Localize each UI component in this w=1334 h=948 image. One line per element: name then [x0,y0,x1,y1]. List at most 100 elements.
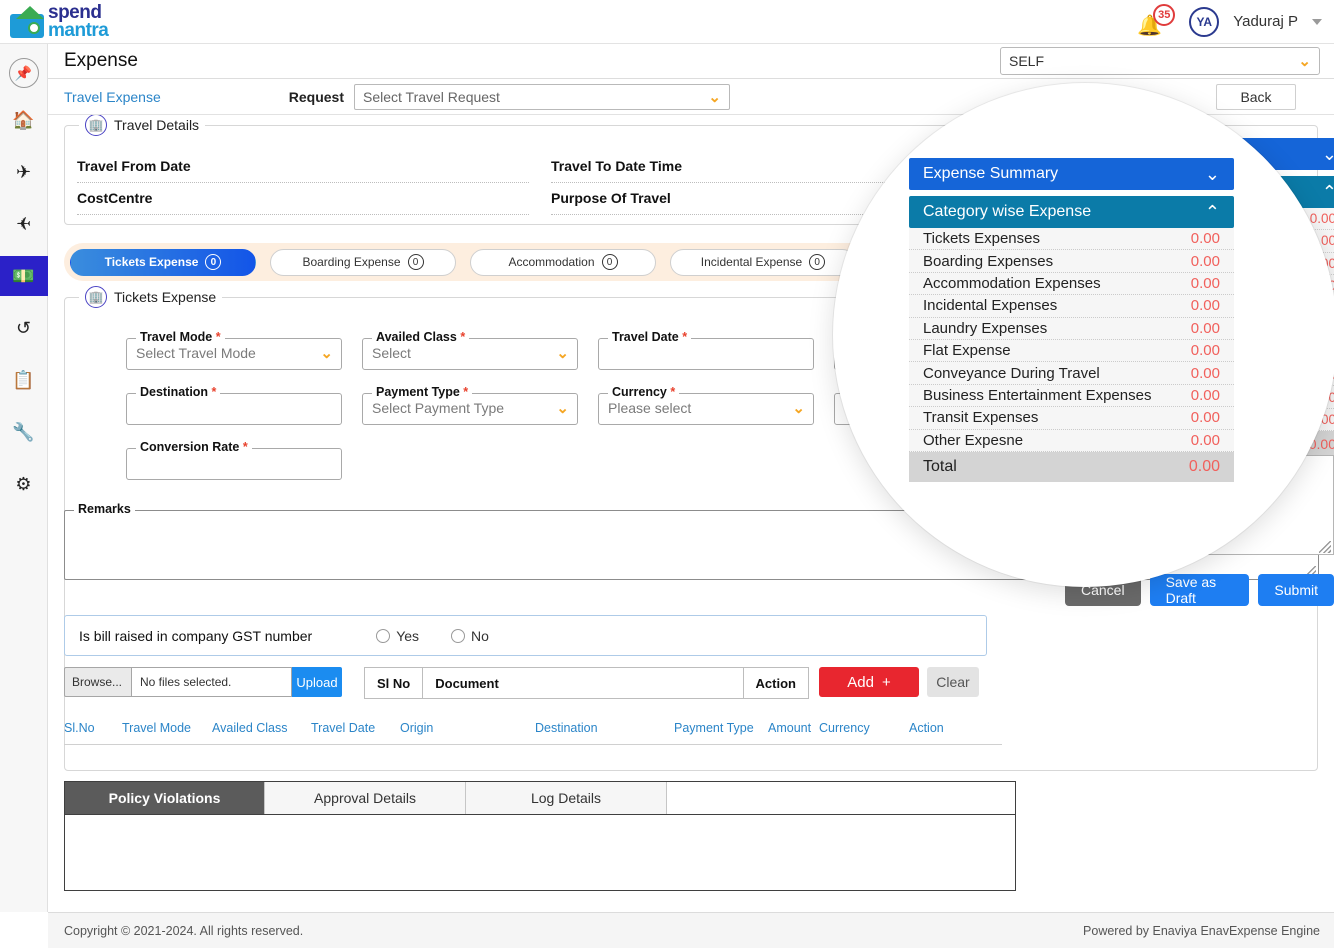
grid-col-currency[interactable]: Currency [819,721,870,735]
conversion-rate-label: Conversion Rate * [136,440,252,454]
row-label: Business Entertainment Expenses [923,386,1152,404]
row-label: Laundry Expenses [923,319,1048,337]
expense-tab-tickets-count: 0 [205,254,222,270]
expense-tab-boarding[interactable]: Boarding Expense 0 [270,248,456,276]
building-icon: 🏢 [85,286,107,308]
grid-col-payment-type[interactable]: Payment Type [674,721,754,735]
gst-no-option[interactable]: No [451,628,489,644]
travel-mode-select[interactable]: Travel Mode * Select Travel Mode ⌄ [126,330,342,370]
scope-select[interactable]: SELF ⌄ [1000,47,1320,75]
row-label: Transit Expenses [923,409,1039,427]
availed-class-select[interactable]: Availed Class * Select ⌄ [362,330,578,370]
brand-line1: spend [48,2,102,24]
currency-select[interactable]: Currency * Please select ⌄ [598,385,814,425]
travel-date-input[interactable]: Travel Date * [598,330,814,370]
request-select[interactable]: Select Travel Request ⌄ [353,83,730,110]
travel-mode-label: Travel Mode * [136,330,225,344]
tab-log-details[interactable]: Log Details [466,782,667,814]
currency-label: Currency * [608,385,680,399]
grid-col-slno[interactable]: Sl.No [64,721,95,735]
bottom-tab-panel [64,814,1016,891]
upload-button[interactable]: Upload [292,667,342,697]
gst-yes-option[interactable]: Yes [376,628,419,644]
availed-class-value: Select [372,345,411,361]
expense-tab-tickets-label: Tickets Expense [104,255,199,269]
magnifier-overlay: Expense Summary ⌄ Category wise Expense … [833,83,1334,587]
destination-label: Destination * [136,385,221,399]
sidebar-item-expense[interactable]: 💵 [0,256,48,296]
grid-col-origin[interactable]: Origin [400,721,433,735]
travel-date-label: Travel Date * [608,330,692,344]
grid-col-action[interactable]: Action [909,721,944,735]
costcentre-value[interactable] [77,214,529,215]
grid-col-travel-mode[interactable]: Travel Mode [122,721,191,735]
browse-button[interactable]: Browse... [64,667,132,697]
chevron-down-icon: ⌄ [556,345,569,362]
grid-col-travel-date[interactable]: Travel Date [311,721,375,735]
resize-handle[interactable] [1319,541,1331,553]
purpose-label: Purpose Of Travel [551,190,671,206]
sidebar-item-tools[interactable]: 🔧 [0,412,48,452]
sidebar-item-history[interactable]: ↺ [0,308,48,348]
brand-line2: mantra [48,19,109,41]
submit-button[interactable]: Submit [1258,574,1334,606]
notifications-button[interactable]: 🔔 35 [1133,3,1176,38]
expense-tab-accommodation[interactable]: Accommodation 0 [470,248,656,276]
sidebar-item-documents[interactable]: 📋 [0,360,48,400]
gear-icon: ⚙ [15,473,32,494]
sidebar-item-home[interactable]: 🏠 [0,100,48,140]
payment-type-value: Select Payment Type [372,400,505,416]
sidebar-item-travel[interactable]: ✈ [0,152,48,192]
bottom-tabs: Policy Violations Approval Details Log D… [64,781,1016,814]
row-amount: 0.00 [1190,230,1220,248]
magnified-category-header[interactable]: Category wise Expense ⌃ [909,196,1234,228]
magnified-summary-row: Conveyance During Travel 0.00 [909,362,1234,385]
destination-input[interactable]: Destination * [126,385,342,425]
sidebar-item-travel-return[interactable]: ✈ [0,204,48,244]
row-label: Tickets Expenses [923,230,1040,248]
page-title: Expense [64,50,138,71]
plus-icon: + [881,673,891,691]
grid-col-destination[interactable]: Destination [535,721,598,735]
back-button[interactable]: Back [1216,83,1296,110]
clear-button[interactable]: Clear [927,667,979,697]
radio-icon[interactable] [451,628,466,643]
conversion-rate-input[interactable]: Conversion Rate * [126,440,342,480]
tab-filler [667,782,1015,814]
expense-tab-incidental-label: Incidental Expense [700,255,803,269]
add-button[interactable]: Add + [819,667,919,697]
brand-logo[interactable]: spend mantra [0,2,109,41]
total-amount: 0.00 [1188,457,1220,475]
chevron-down-icon: ⌄ [1204,164,1220,184]
travel-details-title: Travel Details [114,117,200,133]
chevron-down-icon[interactable] [1312,18,1322,25]
expense-tab-tickets[interactable]: Tickets Expense 0 [70,248,256,276]
tab-policy-violations[interactable]: Policy Violations [65,782,265,814]
tickets-expense-title: Tickets Expense [114,289,217,305]
radio-icon[interactable] [376,628,391,643]
availed-class-label: Availed Class * [372,330,470,344]
sidebar-item-settings[interactable]: ⚙ [0,464,48,504]
expense-tab-incidental[interactable]: Incidental Expense 0 [670,248,856,276]
row-amount: 0.00 [1190,431,1220,449]
expense-grid-header: Sl.No Travel Mode Availed Class Travel D… [64,715,1002,745]
user-name[interactable]: Yaduraj P [1233,13,1298,30]
tab-approval-details[interactable]: Approval Details [265,782,466,814]
save-draft-button[interactable]: Save as Draft [1149,574,1250,606]
documents-icon: 📋 [12,369,35,390]
breadcrumb[interactable]: Travel Expense [48,89,161,105]
avatar[interactable]: YA [1189,6,1220,37]
magnified-summary-row: Incidental Expenses 0.00 [909,295,1234,318]
chevron-down-icon: ⌄ [1321,144,1334,164]
pin-icon[interactable]: 📌 [8,58,39,88]
footer-copyright: Copyright © 2021-2024. All rights reserv… [64,923,304,938]
chevron-down-icon: ⌄ [708,88,721,106]
payment-type-select[interactable]: Payment Type * Select Payment Type ⌄ [362,385,578,425]
magnified-category-title: Category wise Expense [923,203,1092,220]
row-amount: 0.00 [1190,342,1220,360]
travel-from-date-value[interactable] [77,182,529,183]
grid-col-amount[interactable]: Amount [768,721,811,735]
magnified-expense-summary-header[interactable]: Expense Summary ⌄ [909,158,1234,190]
grid-col-availed-class[interactable]: Availed Class [212,721,288,735]
row-amount: 0.00 [1190,364,1220,382]
